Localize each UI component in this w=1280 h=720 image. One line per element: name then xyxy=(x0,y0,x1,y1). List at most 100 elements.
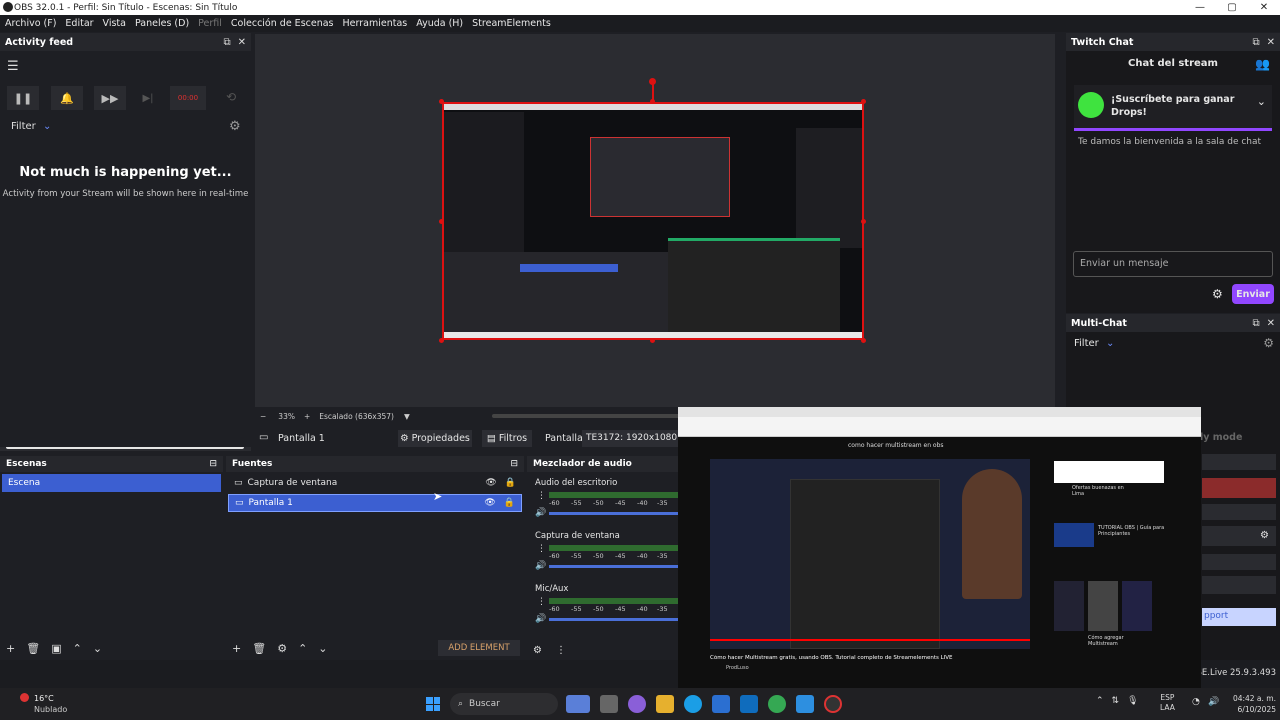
chevron-down-icon[interactable]: ⌄ xyxy=(1257,95,1266,108)
eye-icon[interactable]: 👁 xyxy=(485,478,496,488)
menu-paneles[interactable]: Paneles (D) xyxy=(135,18,189,29)
mixer-settings-icon[interactable]: ⚙ xyxy=(533,645,542,656)
move-down-icon[interactable]: ⌄ xyxy=(93,642,102,655)
menu-vista[interactable]: Vista xyxy=(103,18,126,29)
delete-source-icon[interactable]: 🗑 xyxy=(252,642,266,655)
close-dock-icon[interactable]: ✕ xyxy=(1267,37,1275,48)
copilot-icon[interactable] xyxy=(628,695,646,713)
zoom-in-icon[interactable]: + xyxy=(304,412,310,421)
preview-canvas[interactable] xyxy=(442,102,864,340)
obs-app-icon[interactable] xyxy=(824,695,842,713)
multichat-filter[interactable]: Filter ⌄ xyxy=(1074,338,1114,349)
source-item-window[interactable]: ▭ Captura de ventana 👁 🔒 xyxy=(228,474,522,492)
kebab-menu-icon[interactable]: ⋮ xyxy=(537,544,546,554)
file-explorer-icon[interactable] xyxy=(656,695,674,713)
outlook-icon[interactable] xyxy=(740,695,758,713)
dock-menu-icon[interactable]: ⊟ xyxy=(209,459,217,469)
network-icon[interactable]: ⇅ xyxy=(1112,696,1120,706)
kebab-menu-icon[interactable]: ⋮ xyxy=(537,597,546,607)
delete-scene-icon[interactable]: 🗑 xyxy=(26,642,40,655)
close-dock-icon[interactable]: ✕ xyxy=(1267,318,1275,329)
add-element-button[interactable]: ADD ELEMENT xyxy=(438,640,520,656)
language-indicator[interactable]: ESP LAA xyxy=(1160,693,1175,713)
maximize-button[interactable]: ▢ xyxy=(1216,0,1248,15)
browser-address-bar[interactable] xyxy=(678,417,1201,427)
menu-coleccion[interactable]: Colección de Escenas xyxy=(231,18,334,29)
youtube-search[interactable]: como hacer multistream en obs xyxy=(848,442,998,452)
display-select[interactable]: TE3172: 1920x1080 @ 0 xyxy=(582,430,678,447)
kebab-menu-icon[interactable]: ⋮ xyxy=(537,491,546,501)
menu-herramientas[interactable]: Herramientas xyxy=(343,18,408,29)
pause-icon[interactable]: ❚❚ xyxy=(7,86,39,110)
bell-icon[interactable]: 🔔 xyxy=(51,86,83,110)
mixer-menu-icon[interactable]: ⋮ xyxy=(556,645,566,656)
wifi-icon[interactable]: ◔ xyxy=(1192,697,1200,707)
chevron-up-icon[interactable]: ⌃ xyxy=(1096,696,1104,706)
float-icon[interactable]: ⧉ xyxy=(223,37,230,48)
vscode-icon[interactable] xyxy=(796,695,814,713)
menu-streamelements[interactable]: StreamElements xyxy=(472,18,551,29)
hamburger-menu-icon[interactable]: ☰ xyxy=(7,59,19,74)
message-input[interactable]: Enviar un mensaje xyxy=(1073,251,1273,277)
move-down-icon[interactable]: ⌄ xyxy=(318,642,327,655)
chat-users-icon[interactable]: 👥 xyxy=(1255,57,1270,71)
eye-icon[interactable]: 👁 xyxy=(484,498,495,508)
multichat-settings-icon[interactable]: ⚙ xyxy=(1263,336,1274,350)
close-button[interactable]: ✕ xyxy=(1248,0,1280,15)
chrome-icon[interactable] xyxy=(768,695,786,713)
drops-banner[interactable]: ¡Suscríbete para ganar Drops! ⌄ xyxy=(1074,85,1272,131)
browser-overlay[interactable]: como hacer multistream en obs Cómo hacer… xyxy=(678,407,1201,688)
speaker-icon[interactable]: 🔊 xyxy=(535,561,546,571)
lock-icon[interactable]: 🔒 xyxy=(505,478,516,488)
move-up-icon[interactable]: ⌃ xyxy=(298,642,307,655)
float-icon[interactable]: ⧉ xyxy=(1252,37,1259,48)
properties-button[interactable]: ⚙ Propiedades xyxy=(398,430,472,447)
widgets-app-icon[interactable] xyxy=(566,695,590,713)
next-icon[interactable]: ▶| xyxy=(138,86,158,110)
settings-gear-icon[interactable]: ⚙ xyxy=(229,119,241,134)
rec-item[interactable]: TUTORIAL OBS | Guía para Principiantes xyxy=(1098,525,1188,537)
gear-icon[interactable]: ⚙ xyxy=(1260,530,1269,541)
mic-icon[interactable]: 🎙 xyxy=(1127,696,1138,706)
volume-slider[interactable] xyxy=(549,512,679,515)
close-dock-icon[interactable]: ✕ xyxy=(238,37,246,48)
skip-icon[interactable]: ▶▶ xyxy=(94,86,126,110)
move-up-icon[interactable]: ⌃ xyxy=(73,642,82,655)
clock[interactable]: 04:42 a. m. 6/10/2025 xyxy=(1226,693,1276,715)
scene-filter-icon[interactable]: ▣ xyxy=(51,642,61,655)
filter-dropdown[interactable]: Filter ⌄ xyxy=(11,121,51,132)
menu-editar[interactable]: Editar xyxy=(65,18,93,29)
add-scene-icon[interactable]: + xyxy=(6,642,15,655)
source-item-display[interactable]: ▭ Pantalla 1 👁 🔒 xyxy=(228,494,522,512)
chat-settings-icon[interactable]: ⚙ xyxy=(1212,287,1223,301)
video-player[interactable] xyxy=(710,459,1030,649)
float-icon[interactable]: ⧉ xyxy=(1252,318,1259,329)
minimize-button[interactable]: — xyxy=(1184,0,1216,15)
taskbar-search[interactable]: ⌕ Buscar xyxy=(450,693,558,715)
send-button[interactable]: Enviar xyxy=(1232,284,1274,304)
edge-icon[interactable] xyxy=(684,695,702,713)
zoom-out-icon[interactable]: − xyxy=(260,412,266,421)
history-icon[interactable]: ⟲ xyxy=(226,90,236,104)
preview-scrollbar[interactable] xyxy=(492,414,680,418)
store-icon[interactable] xyxy=(712,695,730,713)
volume-slider[interactable] xyxy=(549,618,679,621)
add-source-icon[interactable]: + xyxy=(232,642,241,655)
support-button[interactable]: pport xyxy=(1202,608,1276,626)
filters-button[interactable]: ▤ Filtros xyxy=(482,430,532,447)
dock-menu-icon[interactable]: ⊟ xyxy=(510,459,518,469)
volume-icon[interactable]: 🔊 xyxy=(1208,697,1219,707)
menu-archivo[interactable]: Archivo (F) xyxy=(5,18,56,29)
speaker-icon[interactable]: 🔊 xyxy=(535,508,546,518)
speaker-icon[interactable]: 🔊 xyxy=(535,614,546,624)
task-view-icon[interactable] xyxy=(600,695,618,713)
rec-item[interactable]: Ofertas buenazas en Lima xyxy=(1072,485,1132,497)
menu-ayuda[interactable]: Ayuda (H) xyxy=(416,18,463,29)
lock-icon[interactable]: 🔒 xyxy=(504,498,515,508)
menu-perfil[interactable]: Perfil xyxy=(198,18,222,29)
scene-item[interactable]: Escena xyxy=(2,474,221,492)
rec-item[interactable]: Cómo agregar Multistream xyxy=(1088,635,1128,647)
scale-dropdown-icon[interactable]: ▼ xyxy=(404,412,410,421)
start-button-icon[interactable] xyxy=(426,697,440,711)
source-settings-icon[interactable]: ⚙ xyxy=(277,642,287,655)
